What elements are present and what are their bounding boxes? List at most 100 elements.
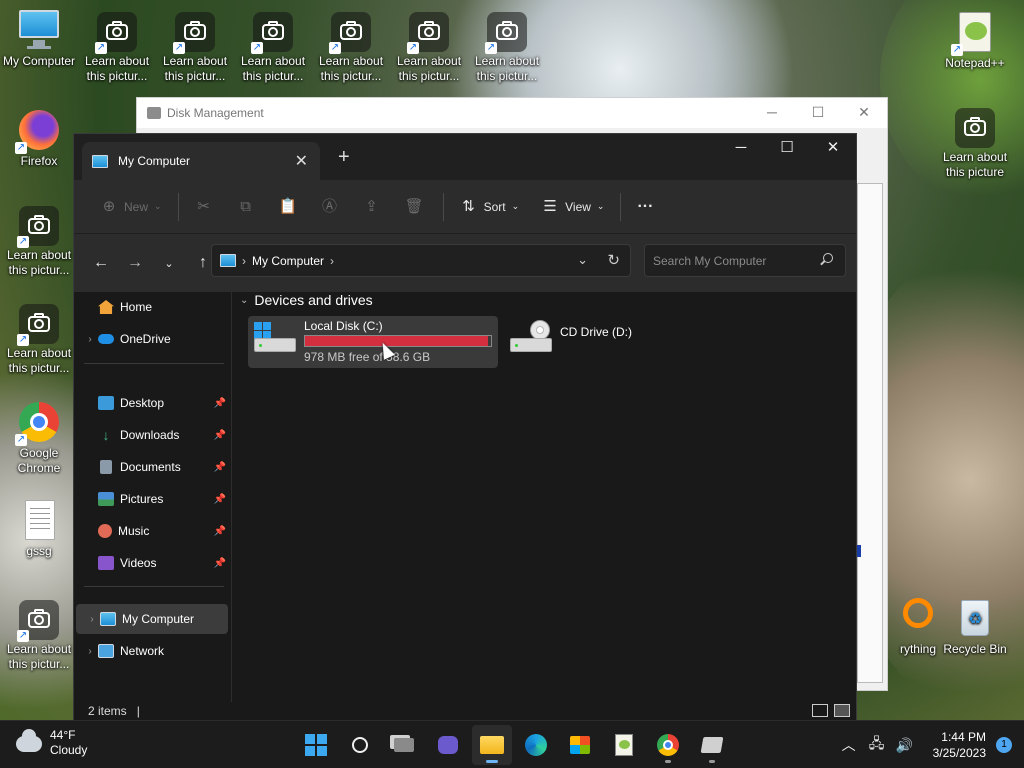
nav-item-videos[interactable]: Videos 📌 (74, 548, 230, 578)
desktop-icon-label: Learn about this pictur... (318, 54, 384, 83)
delete-icon[interactable]: 🗑 (405, 198, 424, 215)
disk-management-taskbar-button[interactable] (692, 725, 732, 765)
search-button[interactable] (340, 725, 380, 765)
pin-icon[interactable]: 📌 (214, 398, 226, 409)
address-bar[interactable]: › My Computer › ⌄ ↻ (211, 244, 631, 277)
everything-icon (883, 596, 933, 640)
sort-button[interactable]: ⇅ Sort ⌄ (452, 198, 528, 215)
new-tab-button[interactable]: + (338, 146, 350, 169)
copy-icon[interactable]: ⧉ (237, 198, 255, 215)
address-history-chevron-icon[interactable]: ⌄ (577, 252, 588, 268)
taskbar: 44°F Cloudy ︿ 🖧 🔊 1:44 PM 3/25/2023 1 (0, 720, 1024, 768)
collapse-chevron-icon[interactable]: ⌄ (240, 295, 248, 306)
store-taskbar-button[interactable] (560, 725, 600, 765)
share-icon[interactable]: ⇪ (363, 198, 381, 215)
rename-icon[interactable]: Ⓐ (321, 198, 339, 215)
desktop-icon-learn-picture[interactable]: ↗ Learn about this pictur... (0, 600, 78, 672)
pin-icon[interactable]: 📌 (214, 430, 226, 441)
desktop-icon-learn-picture[interactable]: ↗ Learn about this pictur... (0, 304, 78, 376)
start-button[interactable] (296, 725, 336, 765)
desktop-icon-my-computer[interactable]: My Computer (0, 8, 78, 69)
desktop-icon-gssg[interactable]: gssg (0, 498, 78, 559)
cut-icon[interactable]: ✂ (195, 198, 213, 215)
camera-icon: ↗ (407, 12, 449, 54)
pin-icon[interactable]: 📌 (214, 494, 226, 505)
chrome-taskbar-button[interactable] (648, 725, 688, 765)
desktop-icon-learn-picture[interactable]: ↗ Learn about this pictur... (390, 12, 468, 84)
drive-cd-d[interactable]: CD Drive (D:) (504, 316, 644, 368)
details-view-icon[interactable] (812, 704, 828, 717)
monitor-icon (100, 612, 116, 626)
nav-item-downloads[interactable]: ↓ Downloads 📌 (74, 420, 230, 450)
file-explorer-taskbar-button[interactable] (472, 725, 512, 765)
teams-chat-button[interactable] (428, 725, 468, 765)
desktop-icon-notepadpp[interactable]: ↗ Notepad++ (936, 10, 1014, 71)
pin-icon[interactable]: 📌 (214, 462, 226, 473)
recent-dropdown-icon[interactable]: ⌄ (152, 257, 186, 270)
pin-icon[interactable]: 📌 (214, 526, 226, 537)
maximize-button[interactable]: ☐ (795, 98, 841, 126)
desktop-icon-label: Learn about this pictur... (162, 54, 228, 83)
nav-item-pictures[interactable]: Pictures 📌 (74, 484, 230, 514)
notification-badge[interactable]: 1 (996, 737, 1012, 753)
nav-item-network[interactable]: › Network (74, 636, 230, 666)
view-button[interactable]: ☰ View ⌄ (533, 198, 612, 215)
desktop-icon-learn-picture[interactable]: ↗ Learn about this pictur... (312, 12, 390, 84)
maximize-button[interactable]: ☐ (764, 134, 810, 164)
desktop-icon-chrome[interactable]: ↗ Google Chrome (0, 400, 78, 476)
desktop-icon-learn-picture[interactable]: Learn about this picture (936, 108, 1014, 180)
close-button[interactable]: ✕ (810, 134, 856, 164)
desktop-icon-label: Google Chrome (17, 446, 61, 475)
breadcrumb-chevron-icon[interactable]: › (330, 254, 334, 268)
desktop-icon-firefox[interactable]: ↗ Firefox (0, 108, 78, 169)
expand-chevron-icon[interactable]: › (82, 646, 98, 657)
desktop-icon-learn-picture[interactable]: ↗ Learn about this pictur... (468, 12, 546, 84)
tab-close-icon[interactable]: ✕ (295, 151, 308, 171)
nav-item-onedrive[interactable]: › OneDrive (74, 324, 230, 354)
explorer-window[interactable]: My Computer ✕ + ─ ☐ ✕ ⊕ New ⌄ ✂ ⧉ 📋 Ⓐ ⇪ … (73, 133, 857, 721)
minimize-button[interactable]: ─ (749, 98, 795, 126)
search-placeholder: Search My Computer (653, 253, 767, 268)
clock[interactable]: 1:44 PM 3/25/2023 (933, 729, 986, 761)
search-input[interactable]: Search My Computer (644, 244, 846, 277)
nav-item-music[interactable]: Music 📌 (74, 516, 230, 546)
tab-label: My Computer (118, 154, 191, 168)
store-icon (570, 736, 590, 754)
more-options-button[interactable]: ··· (629, 198, 661, 216)
drive-local-disk-c[interactable]: Local Disk (C:) 978 MB free of 58.6 GB (248, 316, 498, 368)
nav-item-documents[interactable]: Documents 📌 (74, 452, 230, 482)
volume-icon[interactable]: 🔊 (891, 737, 919, 754)
desktop-icon-learn-picture[interactable]: ↗ Learn about this pictur... (234, 12, 312, 84)
close-button[interactable]: ✕ (841, 98, 887, 126)
breadcrumb-chevron-icon: › (242, 253, 246, 268)
back-arrow-icon[interactable]: ← (84, 254, 118, 272)
paste-icon[interactable]: 📋 (279, 198, 298, 215)
tab-my-computer[interactable]: My Computer ✕ (82, 142, 320, 180)
new-button[interactable]: ⊕ New ⌄ (92, 198, 170, 215)
forward-arrow-icon[interactable]: → (118, 254, 152, 272)
task-view-button[interactable] (384, 725, 424, 765)
expand-chevron-icon[interactable]: › (84, 614, 100, 625)
search-icon (823, 253, 833, 263)
desktop-icon-learn-picture[interactable]: ↗ Learn about this pictur... (0, 206, 78, 278)
pin-icon[interactable]: 📌 (214, 558, 226, 569)
camera-icon: ↗ (95, 12, 137, 54)
minimize-button[interactable]: ─ (718, 134, 764, 164)
nav-item-my-computer[interactable]: › My Computer (76, 604, 228, 634)
chevron-up-icon[interactable]: ︿ (835, 735, 863, 755)
desktop-icon-learn-picture[interactable]: ↗ Learn about this pictur... (78, 12, 156, 84)
notepadpp-taskbar-button[interactable] (604, 725, 644, 765)
section-devices-and-drives[interactable]: ⌄ Devices and drives (240, 292, 373, 308)
expand-chevron-icon[interactable]: › (82, 334, 98, 345)
refresh-icon[interactable]: ↻ (607, 251, 620, 269)
desktop-icon-learn-picture[interactable]: ↗ Learn about this pictur... (156, 12, 234, 84)
desktop-icon-label: Firefox (20, 154, 58, 168)
edge-taskbar-button[interactable] (516, 725, 556, 765)
desktop-icon-recycle-bin[interactable]: ♻ Recycle Bin (936, 596, 1014, 657)
nav-item-home[interactable]: Home (74, 292, 230, 322)
breadcrumb-my-computer[interactable]: My Computer (252, 254, 324, 268)
tiles-view-icon[interactable] (834, 704, 850, 717)
nav-item-desktop[interactable]: Desktop 📌 (74, 388, 230, 418)
weather-widget[interactable]: 44°F Cloudy (16, 728, 87, 758)
network-icon[interactable]: 🖧 (863, 733, 891, 757)
